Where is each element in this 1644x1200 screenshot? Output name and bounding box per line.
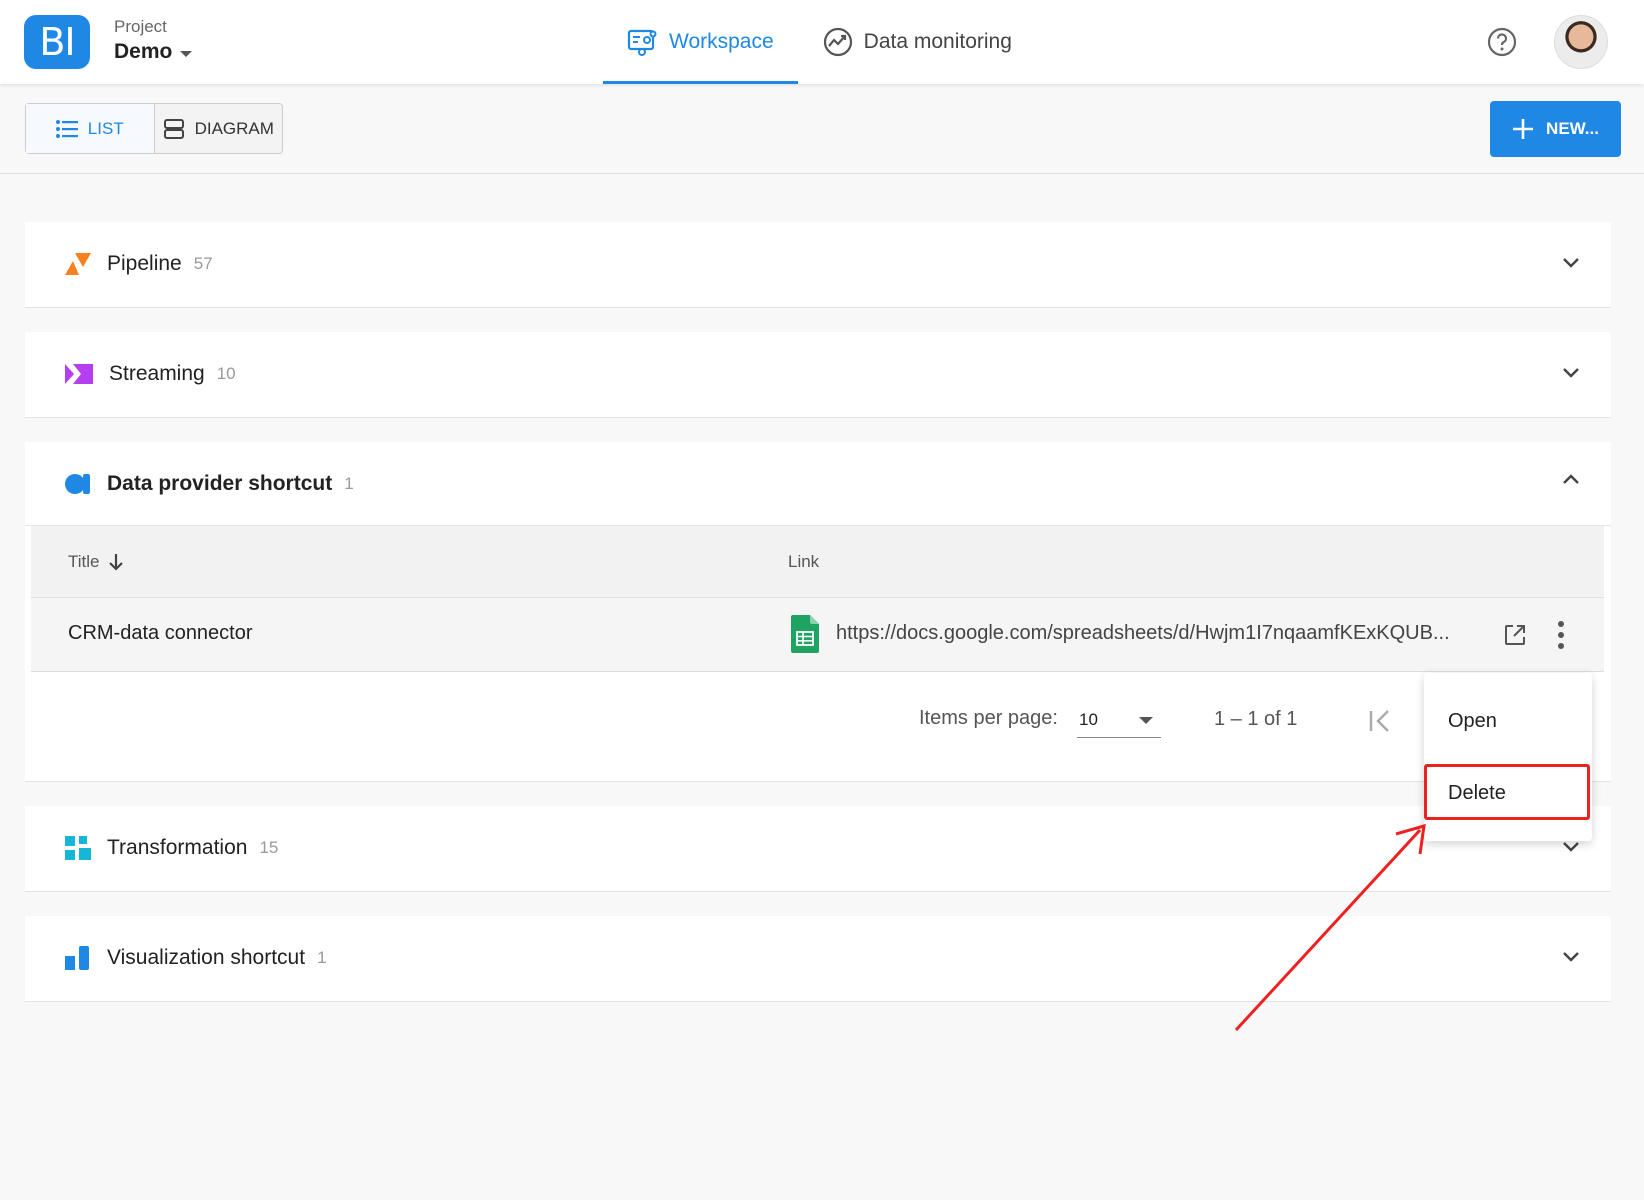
main-nav: Workspace Data monitoring	[603, 0, 1036, 84]
section-count: 10	[216, 364, 236, 383]
project-name: Demo	[114, 40, 173, 63]
toolbar: LIST DIAGRAM NEW...	[0, 84, 1644, 174]
menu-item-delete[interactable]: Delete	[1424, 763, 1592, 823]
view-toggle: LIST DIAGRAM	[25, 103, 283, 154]
page-range: 1 – 1 of 1	[1214, 708, 1298, 730]
column-title-header[interactable]: Title	[68, 552, 124, 572]
help-icon[interactable]	[1486, 26, 1518, 58]
section-header-data-provider-shortcut[interactable]: Data provider shortcut 1	[25, 442, 1611, 526]
chevron-up-icon[interactable]	[1561, 472, 1581, 486]
chevron-down-icon[interactable]	[1561, 840, 1581, 854]
table-header: Title Link	[31, 526, 1604, 598]
sort-down-icon	[108, 553, 123, 571]
workspace-icon	[627, 29, 657, 56]
new-button-label: NEW...	[1546, 119, 1599, 138]
section-title: Visualization shortcut	[107, 946, 306, 969]
first-page-icon[interactable]	[1368, 709, 1394, 733]
sheets-icon	[791, 615, 819, 653]
plus-icon	[1513, 119, 1534, 139]
more-vert-icon[interactable]	[1555, 620, 1567, 650]
project-label: Project	[114, 17, 167, 36]
tab-workspace-label: Workspace	[669, 30, 774, 53]
section-title: Pipeline	[107, 252, 182, 275]
diagram-view-button[interactable]: DIAGRAM	[153, 104, 283, 153]
section-count: 57	[193, 254, 213, 273]
section-count: 1	[344, 473, 354, 493]
table-row[interactable]: CRM-data connector https://docs.google.c…	[31, 598, 1604, 672]
items-per-page-label: Items per page:	[919, 707, 1058, 729]
chevron-down-icon[interactable]	[1561, 950, 1581, 964]
section-header-streaming[interactable]: Streaming 10	[25, 332, 1611, 416]
dropdown-arrow-icon	[1139, 717, 1153, 724]
pipeline-icon	[65, 253, 91, 275]
section-streaming: Streaming 10	[25, 332, 1611, 418]
column-title-label: Title	[68, 551, 100, 571]
app-logo[interactable]: BI	[24, 15, 90, 69]
section-data-provider-shortcut: Data provider shortcut 1 Title Link CRM-…	[25, 442, 1611, 782]
chevron-down-icon[interactable]	[1561, 256, 1581, 270]
section-visualization-shortcut: Visualization shortcut 1	[25, 916, 1611, 1002]
section-count: 15	[259, 838, 279, 857]
items-per-page-value: 10	[1079, 710, 1098, 729]
column-link-label: Link	[788, 551, 820, 571]
section-pipeline: Pipeline 57	[25, 222, 1611, 308]
monitoring-icon	[823, 27, 852, 57]
data-provider-icon	[65, 473, 90, 494]
top-bar: BI Project Demo Workspace Data monitorin…	[0, 0, 1644, 84]
section-count: 1	[317, 948, 327, 967]
context-menu: Open Delete	[1424, 673, 1592, 841]
section-title: Streaming	[109, 362, 205, 385]
paginator: Items per page: 10 1 – 1 of 1	[31, 672, 1604, 768]
menu-item-open[interactable]: Open	[1424, 691, 1592, 751]
list-icon	[55, 119, 78, 138]
new-button[interactable]: NEW...	[1490, 101, 1621, 157]
row-title: CRM-data connector	[68, 622, 253, 644]
list-view-button[interactable]: LIST	[26, 104, 154, 153]
shortcut-table: Title Link CRM-data connector https://do…	[31, 526, 1604, 768]
section-header-visualization-shortcut[interactable]: Visualization shortcut 1	[25, 916, 1611, 1000]
section-title: Data provider shortcut	[107, 471, 333, 495]
section-header-pipeline[interactable]: Pipeline 57	[25, 222, 1611, 306]
section-title: Transformation	[107, 836, 248, 859]
tab-data-monitoring-label: Data monitoring	[863, 30, 1012, 53]
diagram-view-label: DIAGRAM	[194, 118, 274, 138]
project-selector[interactable]: Demo	[114, 40, 193, 64]
tab-workspace[interactable]: Workspace	[603, 0, 798, 84]
row-link[interactable]: https://docs.google.com/spreadsheets/d/H…	[836, 622, 1450, 645]
transformation-icon	[65, 836, 91, 860]
section-transformation: Transformation 15	[25, 806, 1611, 892]
list-view-label: LIST	[87, 118, 124, 138]
external-link-icon[interactable]	[1503, 623, 1527, 647]
section-header-transformation[interactable]: Transformation 15	[25, 806, 1611, 890]
tab-data-monitoring[interactable]: Data monitoring	[798, 0, 1036, 84]
chevron-down-icon[interactable]	[1561, 366, 1581, 380]
streaming-icon	[65, 364, 93, 384]
avatar[interactable]	[1554, 15, 1608, 69]
column-link-header: Link	[788, 552, 819, 572]
diagram-icon	[163, 118, 184, 139]
caret-down-icon	[180, 50, 193, 57]
items-per-page-select[interactable]: 10	[1077, 702, 1161, 738]
visualization-icon	[65, 946, 89, 970]
